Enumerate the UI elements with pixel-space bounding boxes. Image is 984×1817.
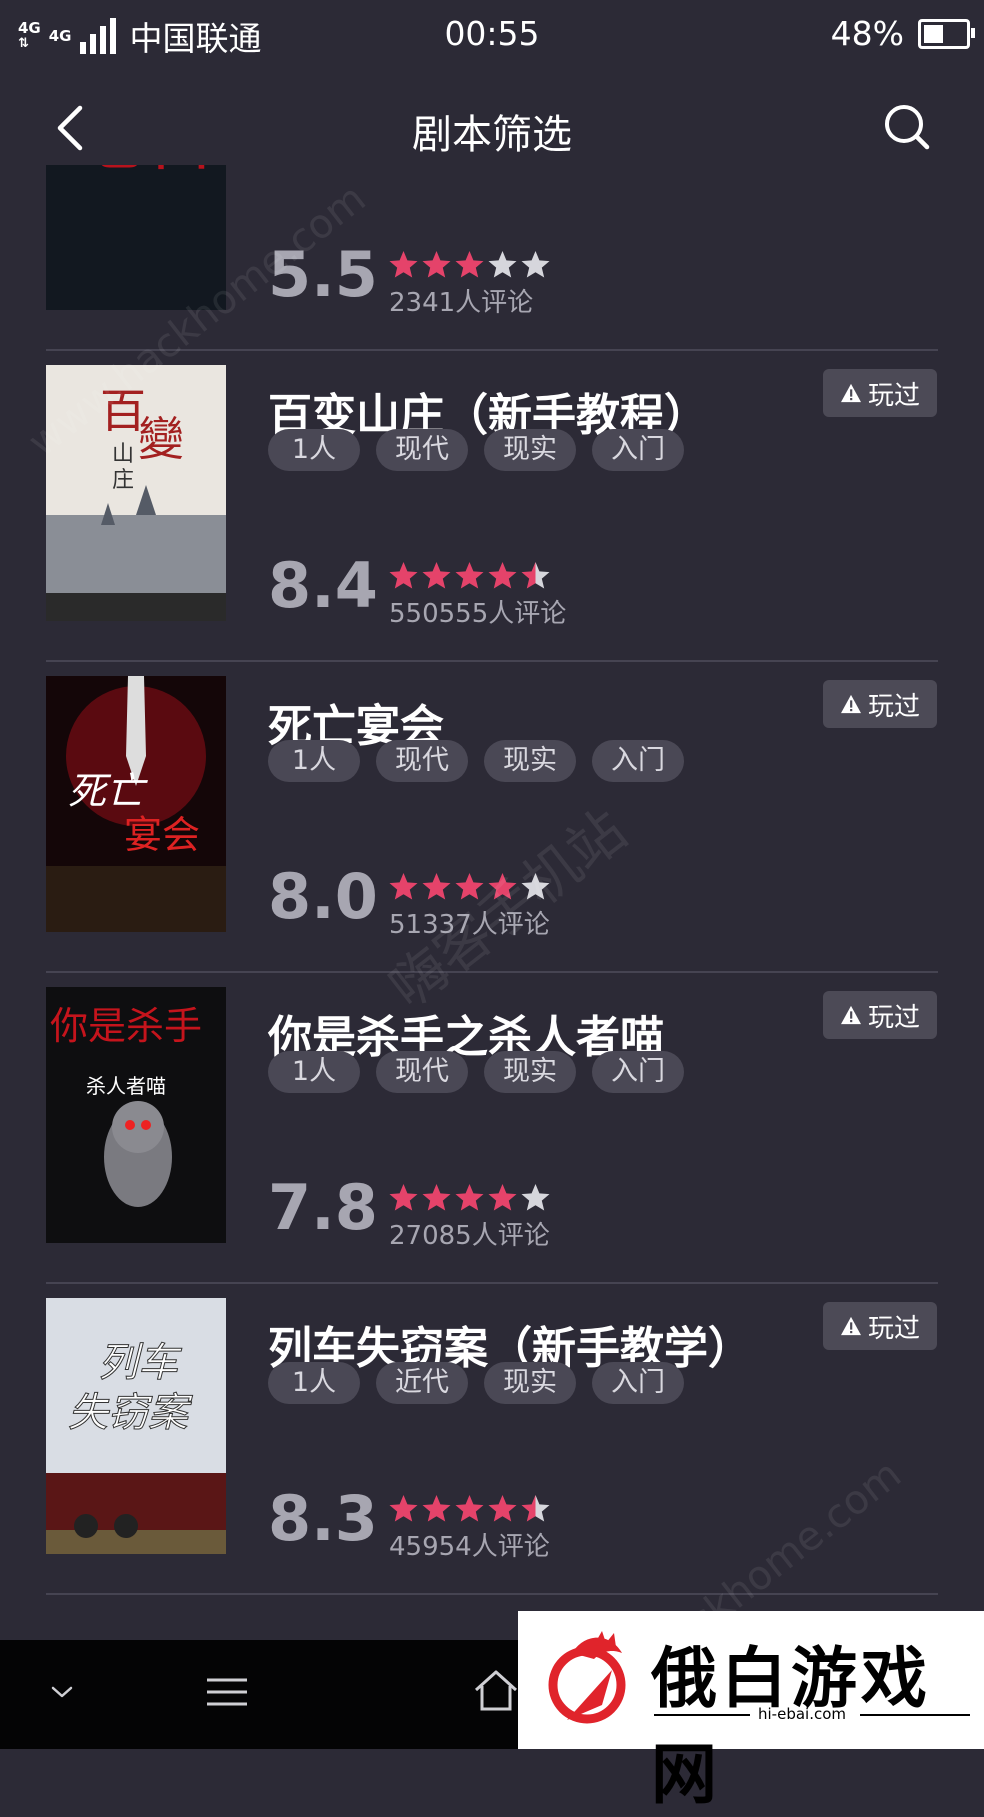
script-tag: 现实: [484, 740, 576, 782]
svg-text:七日: 七日: [76, 165, 216, 181]
rooster-logo-icon: [548, 1631, 626, 1724]
star-icon: [455, 1495, 484, 1522]
star-icon: [488, 251, 517, 278]
collapse-icon[interactable]: [50, 1685, 74, 1699]
star-icon: [389, 1184, 418, 1211]
watermark-line-left: [654, 1714, 750, 1716]
item-divider: [46, 1593, 938, 1595]
svg-text:庄: 庄: [112, 468, 134, 493]
svg-text:杀人者喵: 杀人者喵: [86, 1074, 166, 1098]
star-icon: [389, 251, 418, 278]
star-icon: [488, 1495, 517, 1522]
script-item[interactable]: 列车 失窃案 列车失窃案（新手教学） 1人 近代 现实 入门 8.3 45954人评论 玩过: [0, 1284, 984, 1595]
star-icon: [422, 251, 451, 278]
rating-stars: [388, 1183, 551, 1213]
rating-stars: [388, 561, 551, 591]
svg-text:山: 山: [112, 442, 134, 467]
script-tag: 现实: [484, 429, 576, 471]
script-item[interactable]: 百變山庄百变山庄（新手教程） 1人 现代 现实 入门 8.4 550555人评论 玩过: [0, 351, 984, 662]
star-icon: [521, 1495, 550, 1522]
site-watermark: 俄白游戏网 hi-ebai.com: [518, 1611, 984, 1813]
script-tag: 1人: [268, 740, 360, 782]
star-icon: [488, 562, 517, 589]
script-cover-image[interactable]: 你是杀手 杀人者喵: [46, 987, 226, 1243]
script-tag: 1人: [268, 429, 360, 471]
script-tag: 现实: [484, 1051, 576, 1093]
script-tag: 入门: [592, 429, 684, 471]
played-label: 玩过: [867, 691, 920, 722]
script-tag: 1人: [268, 1051, 360, 1093]
star-icon: [455, 562, 484, 589]
svg-text:失窃案: 失窃案: [68, 1390, 193, 1436]
script-score: 8.3: [268, 1482, 378, 1555]
review-count: 2341人评论: [389, 288, 534, 318]
star-icon: [422, 1495, 451, 1522]
warning-icon: [840, 1005, 861, 1025]
menu-icon[interactable]: [205, 1677, 249, 1707]
star-icon: [521, 251, 550, 278]
played-badge: 玩过: [823, 680, 937, 728]
svg-text:死亡: 死亡: [68, 769, 148, 813]
played-badge: 玩过: [823, 369, 937, 417]
played-badge: 玩过: [823, 991, 937, 1039]
battery-percent: 48%: [830, 14, 904, 53]
nav-bar: 剧本筛选: [0, 80, 984, 175]
script-tag: 入门: [592, 1362, 684, 1404]
star-icon: [422, 562, 451, 589]
svg-text:宴会: 宴会: [124, 813, 200, 857]
script-tag: 现代: [376, 429, 468, 471]
review-count: 45954人评论: [389, 1532, 550, 1562]
warning-icon: [840, 694, 861, 714]
script-cover-image[interactable]: 七日: [46, 165, 226, 310]
script-score: 7.8: [268, 1171, 378, 1244]
script-tag: 1人: [268, 1362, 360, 1404]
played-label: 玩过: [867, 380, 920, 411]
played-badge: 玩过: [823, 1302, 937, 1350]
star-icon: [422, 873, 451, 900]
script-tags: 1人 近代 现实 入门: [268, 1362, 684, 1404]
script-cover-image[interactable]: 列车 失窃案: [46, 1298, 226, 1554]
search-icon[interactable]: [880, 100, 934, 154]
script-tags: 1人 现代 现实 入门: [268, 740, 684, 782]
script-tag: 现代: [376, 1051, 468, 1093]
played-label: 玩过: [867, 1002, 920, 1033]
script-tag: 入门: [592, 740, 684, 782]
star-icon: [488, 1184, 517, 1211]
script-tags: 1人 现代 现实 入门: [268, 1051, 684, 1093]
played-label: 玩过: [867, 1313, 920, 1344]
rating-stars: [388, 1494, 551, 1524]
status-bar: 4G ⇅ 4G 中国联通 00:55 48%: [0, 0, 984, 70]
script-tag: 近代: [376, 1362, 468, 1404]
script-item[interactable]: 你是杀手 杀人者喵 你是杀手之杀人者喵 1人 现代 现实 入门 7.8 27085人评论 玩过: [0, 973, 984, 1284]
script-cover-image[interactable]: 死亡 宴会: [46, 676, 226, 932]
star-icon: [389, 562, 418, 589]
home-icon[interactable]: [473, 1668, 519, 1712]
svg-text:你是杀手: 你是杀手: [50, 1004, 202, 1048]
script-tag: 现实: [484, 1362, 576, 1404]
battery-icon: [918, 18, 975, 49]
svg-text:列车: 列车: [98, 1340, 182, 1386]
star-icon: [521, 1184, 550, 1211]
script-score: 8.4: [268, 549, 378, 622]
watermark-line-right: [860, 1714, 970, 1716]
star-icon: [422, 1184, 451, 1211]
script-tag: 现代: [376, 740, 468, 782]
star-icon: [521, 562, 550, 589]
warning-icon: [840, 1316, 861, 1336]
script-score: 8.0: [268, 860, 378, 933]
review-count: 27085人评论: [389, 1221, 550, 1251]
review-count: 550555人评论: [389, 599, 567, 629]
svg-text:變: 變: [138, 412, 184, 466]
star-icon: [389, 873, 418, 900]
rating-stars: [388, 250, 551, 280]
star-icon: [455, 251, 484, 278]
script-item[interactable]: 七日1人现代恐怖入门5.52341人评论: [0, 165, 984, 351]
site-url: hi-ebai.com: [758, 1705, 847, 1723]
warning-icon: [840, 383, 861, 403]
page-title: 剧本筛选: [412, 112, 572, 158]
star-icon: [389, 1495, 418, 1522]
star-icon: [455, 1184, 484, 1211]
script-tags: 1人 现代 现实 入门: [268, 429, 684, 471]
script-tag: 入门: [592, 1051, 684, 1093]
